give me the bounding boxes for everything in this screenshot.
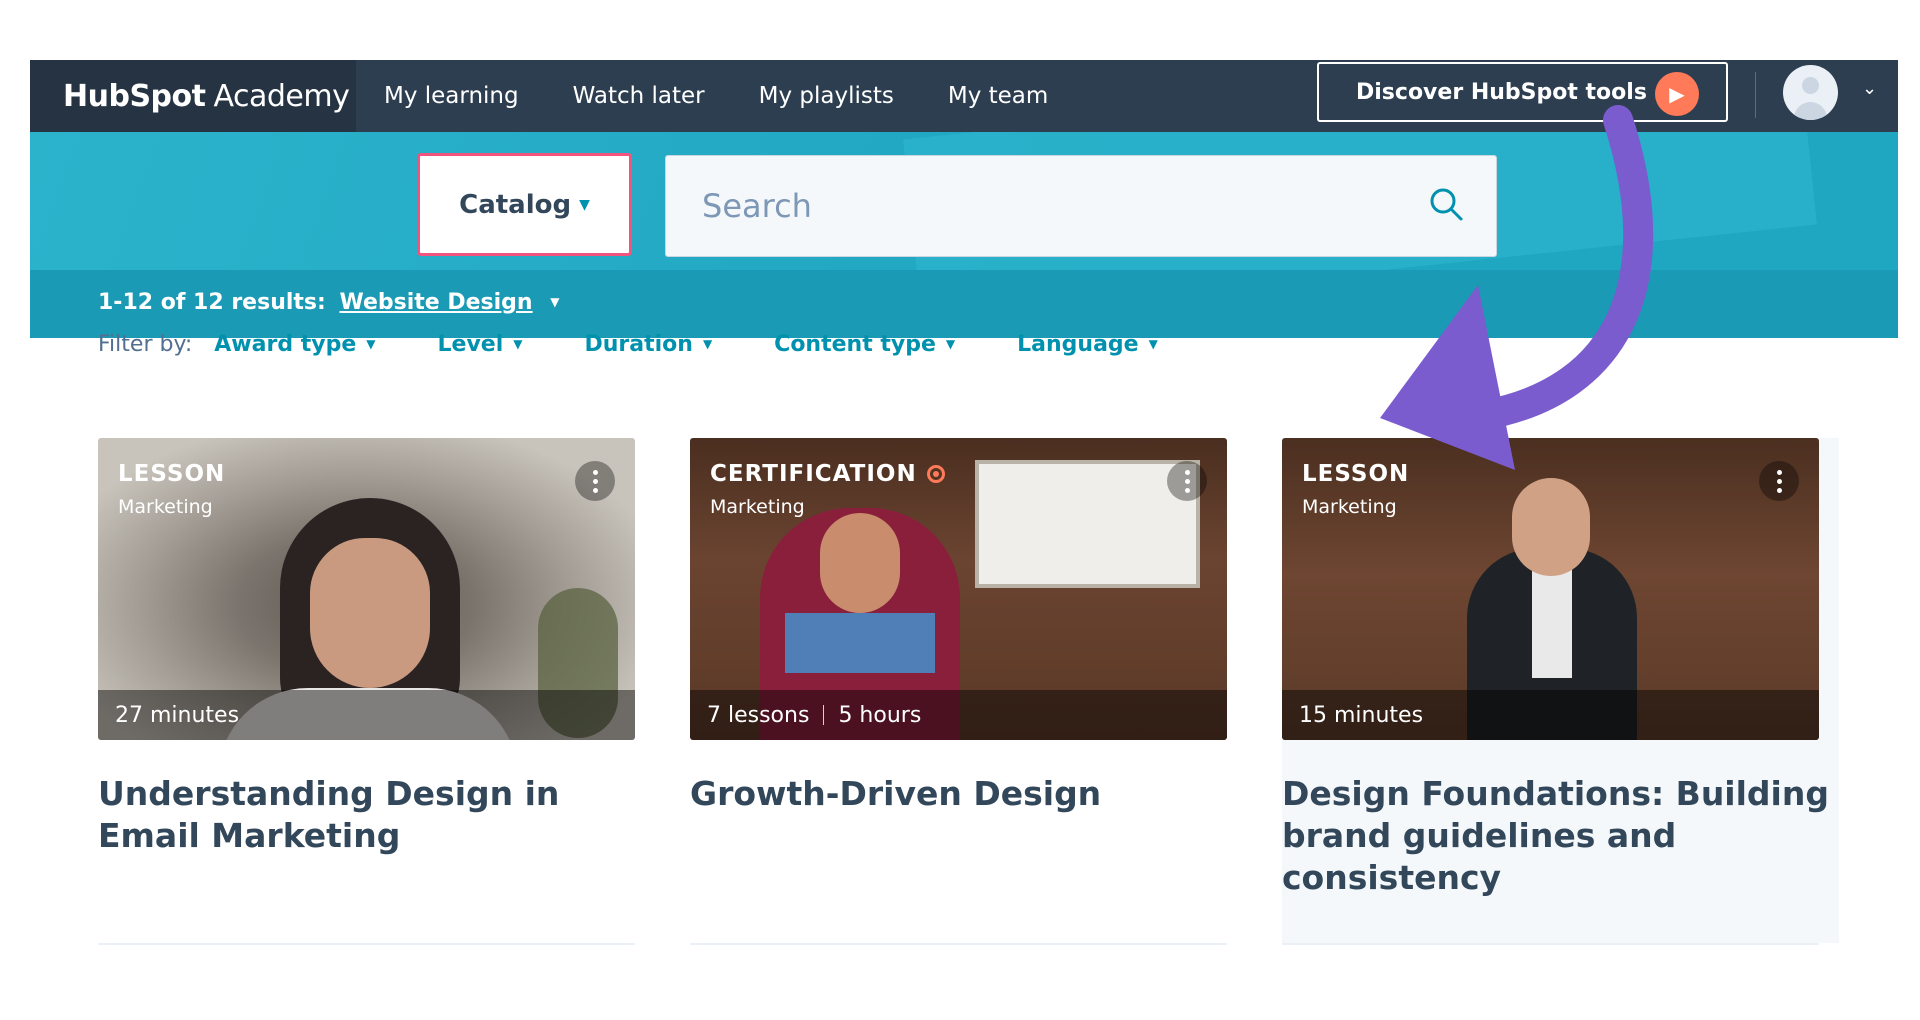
card-divider <box>98 943 635 945</box>
results-count: 1-12 of 12 results: <box>98 290 326 315</box>
top-navigation: HubSpot Academy My learning Watch later … <box>30 60 1898 132</box>
caret-down-icon: ▼ <box>945 337 956 351</box>
card-divider <box>690 943 1227 945</box>
course-thumbnail[interactable]: CERTIFICATION Marketing 7 lessons 5 hour… <box>690 438 1227 740</box>
catalog-dropdown[interactable]: Catalog ▼ <box>417 153 632 256</box>
more-options-icon[interactable] <box>1167 461 1207 501</box>
filter-language-label: Language <box>1017 332 1139 357</box>
logo-bold-text: HubSpot <box>63 78 206 114</box>
caret-down-icon: ▼ <box>579 196 590 213</box>
meta-divider <box>823 705 825 725</box>
course-type-text: CERTIFICATION <box>710 461 917 487</box>
course-title[interactable]: Understanding Design in Email Marketing <box>98 773 635 857</box>
course-category: Marketing <box>1302 496 1397 518</box>
nav-divider <box>1755 72 1756 118</box>
academy-frame: HubSpot Academy My learning Watch later … <box>30 60 1898 980</box>
search-icon[interactable] <box>1428 186 1464 222</box>
filter-award-type[interactable]: Award type ▼ <box>214 332 375 357</box>
thumbnail-photo-detail <box>1532 568 1572 678</box>
course-card[interactable]: CERTIFICATION Marketing 7 lessons 5 hour… <box>690 438 1227 815</box>
filter-level[interactable]: Level ▼ <box>438 332 523 357</box>
filter-content-type[interactable]: Content type ▼ <box>774 332 955 357</box>
caret-down-icon[interactable]: ▼ <box>550 295 559 309</box>
caret-down-icon: ▼ <box>366 337 376 351</box>
caret-down-icon: ▼ <box>702 337 713 351</box>
filter-award-type-label: Award type <box>214 332 357 357</box>
hubspot-academy-logo[interactable]: HubSpot Academy <box>30 60 356 132</box>
results-summary: 1-12 of 12 results: Website Design ▼ <box>98 290 560 315</box>
course-thumbnail[interactable]: LESSON Marketing 15 minutes <box>1282 438 1819 740</box>
course-duration: 15 minutes <box>1299 702 1424 728</box>
certification-badge-icon <box>926 465 945 483</box>
filter-label: Filter by: <box>98 332 193 357</box>
caret-down-icon: ▼ <box>513 337 523 351</box>
course-meta-bar: 7 lessons 5 hours <box>690 690 1227 740</box>
course-title[interactable]: Growth-Driven Design <box>690 773 1227 815</box>
course-duration: 27 minutes <box>115 702 240 728</box>
nav-link-watch-later[interactable]: Watch later <box>573 83 705 109</box>
course-duration: 5 hours <box>838 702 922 728</box>
course-meta-bar: 15 minutes <box>1282 690 1819 740</box>
filter-language[interactable]: Language ▼ <box>1017 332 1158 357</box>
course-type-label: LESSON <box>118 461 226 487</box>
more-options-icon[interactable] <box>1759 461 1799 501</box>
card-divider <box>1282 943 1819 945</box>
course-card[interactable]: LESSON Marketing 27 minutes Understandin… <box>98 438 635 857</box>
thumbnail-photo-detail <box>785 613 935 673</box>
avatar-head-icon <box>1802 77 1819 94</box>
course-meta-bar: 27 minutes <box>98 690 635 740</box>
course-card[interactable]: LESSON Marketing 15 minutes Design Found… <box>1282 438 1839 943</box>
caret-down-icon: ▼ <box>1148 337 1158 351</box>
thumbnail-photo-detail <box>1512 478 1590 576</box>
course-category: Marketing <box>710 496 805 518</box>
avatar-body-icon <box>1794 102 1827 120</box>
filter-bar: Filter by: Award type ▼ Level ▼ Duration ▼ … <box>98 332 1220 357</box>
nav-link-my-learning[interactable]: My learning <box>384 83 519 109</box>
more-options-icon[interactable] <box>575 461 615 501</box>
nav-link-my-playlists[interactable]: My playlists <box>759 83 894 109</box>
catalog-label: Catalog <box>459 189 572 220</box>
nav-link-my-team[interactable]: My team <box>948 83 1048 109</box>
course-lessons: 7 lessons <box>707 702 810 728</box>
search-field[interactable] <box>665 155 1497 257</box>
play-icon: ▶ <box>1655 72 1699 116</box>
results-topic-link[interactable]: Website Design <box>339 290 532 315</box>
discover-hubspot-tools-button[interactable]: Discover HubSpot tools ▶ <box>1317 62 1728 122</box>
filter-duration[interactable]: Duration ▼ <box>584 332 712 357</box>
user-avatar[interactable] <box>1783 65 1838 120</box>
filter-duration-label: Duration <box>584 332 693 357</box>
logo-light-text: Academy <box>213 78 350 114</box>
chevron-down-icon[interactable]: ⌄ <box>1862 78 1877 99</box>
thumbnail-photo-detail <box>310 538 430 688</box>
course-title[interactable]: Design Foundations: Building brand guide… <box>1282 773 1839 899</box>
search-input[interactable] <box>702 187 1402 225</box>
thumbnail-photo-detail <box>820 513 900 613</box>
course-type-label: LESSON <box>1302 461 1410 487</box>
course-thumbnail[interactable]: LESSON Marketing 27 minutes <box>98 438 635 740</box>
filter-level-label: Level <box>437 332 504 357</box>
course-category: Marketing <box>118 496 213 518</box>
course-type-label: CERTIFICATION <box>710 461 945 487</box>
filter-content-type-label: Content type <box>774 332 936 357</box>
discover-label: Discover HubSpot tools <box>1356 79 1647 105</box>
